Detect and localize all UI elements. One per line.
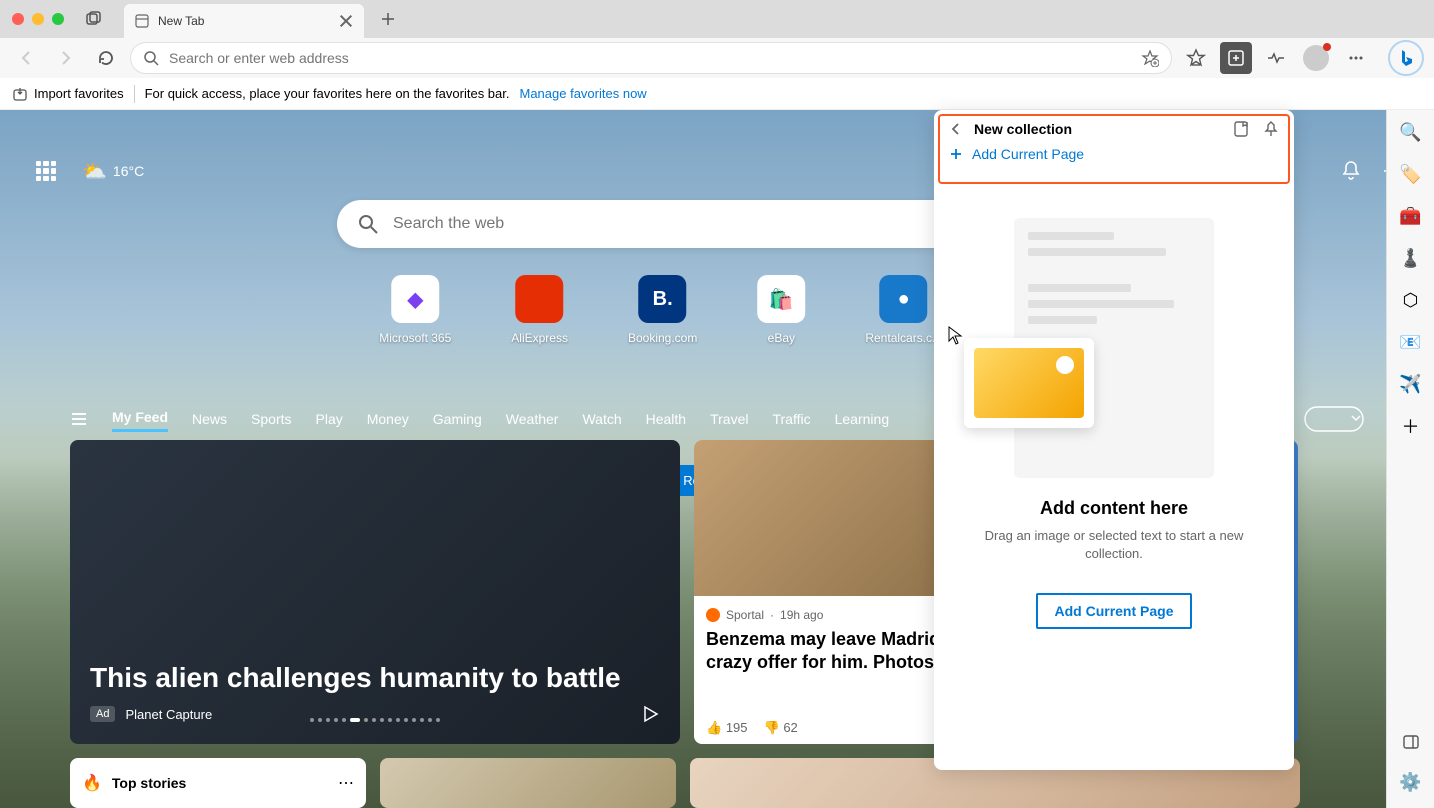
sidebar-shopping-icon[interactable]: 🏷️ bbox=[1399, 162, 1423, 186]
search-icon bbox=[357, 213, 379, 235]
import-icon bbox=[12, 86, 28, 102]
weather-temp: 16°C bbox=[113, 163, 144, 179]
empty-title: Add content here bbox=[964, 498, 1264, 519]
notifications-icon[interactable] bbox=[1340, 160, 1362, 182]
story-card[interactable] bbox=[380, 758, 676, 808]
titlebar: New Tab bbox=[0, 0, 1434, 38]
hero-card[interactable]: This alien challenges humanity to battle… bbox=[70, 440, 680, 744]
address-input[interactable] bbox=[169, 50, 1131, 66]
feed-tab-watch[interactable]: Watch bbox=[582, 407, 621, 431]
pagination-dots[interactable] bbox=[310, 718, 440, 722]
collections-icon[interactable] bbox=[1220, 42, 1252, 74]
weather-icon: ⛅ bbox=[82, 159, 107, 184]
new-tab-content: ⛅ 16°C ◆Microsoft 365 AliExpress B.Booki… bbox=[0, 110, 1434, 808]
sidebar-send-icon[interactable]: ✈️ bbox=[1399, 372, 1423, 396]
weather-widget[interactable]: ⛅ 16°C bbox=[82, 159, 144, 184]
sidebar-tools-icon[interactable]: 🧰 bbox=[1399, 204, 1423, 228]
article-source: Sportal bbox=[726, 608, 764, 622]
toolbar bbox=[0, 38, 1434, 78]
profile-button[interactable] bbox=[1300, 42, 1332, 74]
feed-tab-gaming[interactable]: Gaming bbox=[433, 407, 482, 431]
tab-favicon bbox=[134, 13, 150, 29]
favorites-icon[interactable] bbox=[1180, 42, 1212, 74]
manage-favorites-link[interactable]: Manage favorites now bbox=[520, 86, 647, 101]
forward-button[interactable] bbox=[50, 42, 82, 74]
maximize-window[interactable] bbox=[52, 13, 64, 25]
import-label: Import favorites bbox=[34, 86, 124, 101]
feed-tab-weather[interactable]: Weather bbox=[506, 407, 559, 431]
ad-badge: Ad bbox=[90, 706, 115, 722]
quicklink-ebay[interactable]: 🛍️eBay bbox=[757, 275, 805, 345]
sidebar-add-icon[interactable]: ＋ bbox=[1399, 414, 1423, 438]
minimize-window[interactable] bbox=[32, 13, 44, 25]
add-current-page-link[interactable]: Add Current Page bbox=[948, 146, 1280, 162]
tab-overview-icon[interactable] bbox=[84, 9, 104, 29]
address-bar[interactable] bbox=[130, 42, 1172, 74]
window-controls bbox=[12, 13, 64, 25]
pin-icon[interactable] bbox=[1262, 120, 1280, 138]
feed-tab-travel[interactable]: Travel bbox=[710, 407, 748, 431]
empty-text: Drag an image or selected text to start … bbox=[964, 527, 1264, 563]
card-more-icon[interactable]: ⋯ bbox=[338, 773, 354, 793]
import-favorites-button[interactable]: Import favorites bbox=[12, 86, 124, 102]
top-stories-label: Top stories bbox=[112, 775, 328, 791]
add-current-page-button[interactable]: Add Current Page bbox=[1036, 593, 1191, 629]
close-window[interactable] bbox=[12, 13, 24, 25]
favorites-bar: Import favorites For quick access, place… bbox=[0, 78, 1434, 110]
feed-tab-learning[interactable]: Learning bbox=[835, 407, 890, 431]
collection-title: New collection bbox=[974, 121, 1222, 137]
new-tab-button[interactable] bbox=[374, 5, 402, 33]
note-icon[interactable] bbox=[1232, 120, 1250, 138]
health-icon[interactable] bbox=[1260, 42, 1292, 74]
fire-icon: 🔥 bbox=[82, 773, 102, 793]
sidebar-search-icon[interactable]: 🔍 bbox=[1399, 120, 1423, 144]
dislike-button[interactable]: 👎 62 bbox=[764, 720, 798, 736]
sidebar-office-icon[interactable]: ⬡ bbox=[1399, 288, 1423, 312]
feed-tab-myfeed[interactable]: My Feed bbox=[112, 405, 168, 432]
feed-tab-health[interactable]: Health bbox=[646, 407, 686, 431]
sidebar-settings-icon[interactable]: ⚙️ bbox=[1399, 770, 1423, 794]
apps-grid-icon[interactable] bbox=[30, 155, 62, 187]
plus-icon bbox=[948, 146, 964, 162]
back-icon[interactable] bbox=[948, 121, 964, 137]
personalize-dropdown[interactable] bbox=[1304, 406, 1364, 432]
empty-illustration bbox=[1014, 218, 1214, 478]
divider bbox=[134, 85, 135, 103]
top-stories-card[interactable]: 🔥 Top stories ⋯ bbox=[70, 758, 366, 808]
source-icon bbox=[706, 608, 720, 622]
tab-close-icon[interactable] bbox=[338, 13, 354, 29]
quicklink-booking[interactable]: B.Booking.com bbox=[628, 275, 697, 345]
browser-tab[interactable]: New Tab bbox=[124, 4, 364, 38]
feed-tab-sports[interactable]: Sports bbox=[251, 407, 291, 431]
bing-button[interactable] bbox=[1388, 40, 1424, 76]
quicklink-microsoft365[interactable]: ◆Microsoft 365 bbox=[379, 275, 451, 345]
search-icon bbox=[143, 50, 159, 66]
collections-panel: New collection Add Current Page bbox=[934, 110, 1294, 770]
like-button[interactable]: 👍 195 bbox=[706, 720, 748, 736]
favbar-hint: For quick access, place your favorites h… bbox=[145, 86, 510, 101]
feed-tab-traffic[interactable]: Traffic bbox=[772, 407, 810, 431]
feed-menu-icon[interactable] bbox=[70, 410, 88, 428]
feed-tab-play[interactable]: Play bbox=[316, 407, 343, 431]
add-favorite-icon[interactable] bbox=[1141, 49, 1159, 67]
article-time: 19h ago bbox=[780, 608, 823, 622]
tab-title: New Tab bbox=[158, 14, 330, 28]
quicklink-aliexpress[interactable]: AliExpress bbox=[511, 275, 568, 345]
feed-tab-money[interactable]: Money bbox=[367, 407, 409, 431]
hero-source: Planet Capture bbox=[125, 707, 212, 722]
hero-title: This alien challenges humanity to battle bbox=[90, 662, 660, 694]
edge-sidebar: 🔍 🏷️ 🧰 ♟️ ⬡ 📧 ✈️ ＋ ⚙️ bbox=[1386, 110, 1434, 808]
sidebar-games-icon[interactable]: ♟️ bbox=[1399, 246, 1423, 270]
play-icon[interactable] bbox=[640, 704, 660, 724]
refresh-button[interactable] bbox=[90, 42, 122, 74]
back-button[interactable] bbox=[10, 42, 42, 74]
feed-tab-news[interactable]: News bbox=[192, 407, 227, 431]
sidebar-panel-icon[interactable] bbox=[1399, 730, 1423, 754]
sidebar-outlook-icon[interactable]: 📧 bbox=[1399, 330, 1423, 354]
quicklink-rentalcars[interactable]: ●Rentalcars.c... bbox=[865, 275, 942, 345]
menu-icon[interactable] bbox=[1340, 42, 1372, 74]
